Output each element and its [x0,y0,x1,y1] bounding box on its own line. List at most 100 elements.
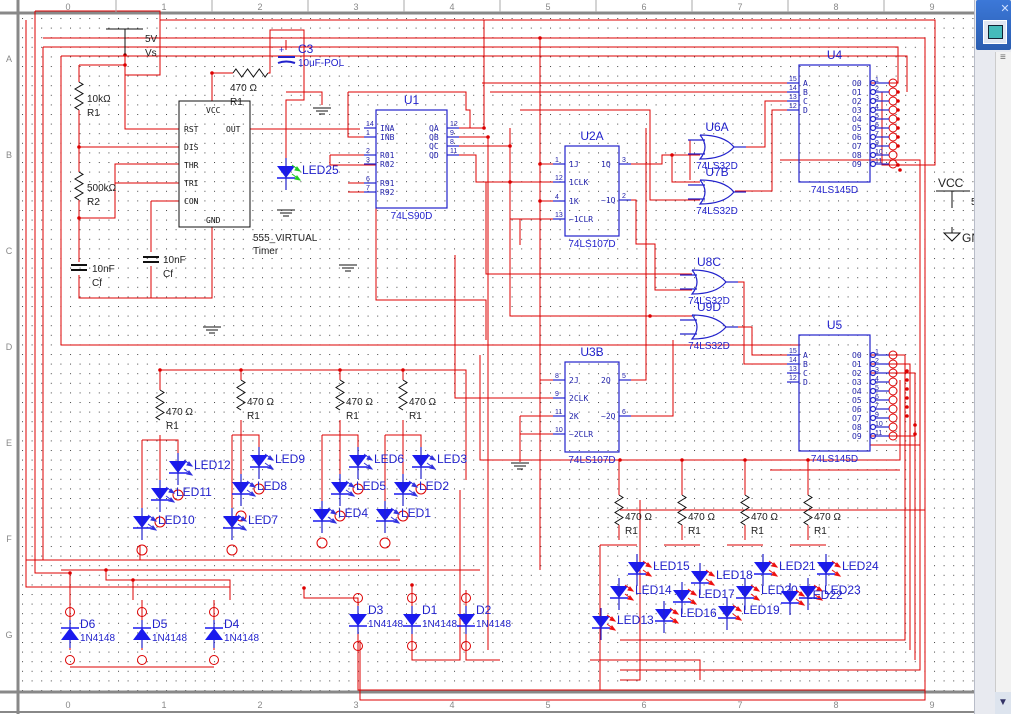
junction-dot [77,145,81,149]
capacitor-ref: Cf [163,269,173,280]
pin-label: R01 [380,151,395,160]
pin-label: ~1CLR [569,215,593,224]
capacitor-ref: C3 [298,42,314,56]
pin-label: 2J [569,376,579,385]
ruler-row-label: F [6,534,12,544]
pin-label: ~2CLR [569,430,593,439]
junction-dot [104,568,108,572]
resistor-ref: R1 [751,526,764,537]
resistor-value: 470 Ω [625,512,652,523]
capacitor-ref: Cf [92,278,102,289]
svg-text:+: + [279,45,284,55]
output-label: O1 [852,88,862,97]
ruler-column-label: 4 [449,700,454,710]
ruler-column-label: 2 [257,700,262,710]
vertical-scrollbar[interactable] [995,52,1011,692]
junction-dot [239,368,243,372]
ruler-column-label: 4 [449,2,454,12]
vs-ref: Vs [145,48,157,59]
pin-number: 12 [450,121,458,128]
led-label: LED15 [653,559,690,573]
junction-dot [905,396,909,400]
output-label: O9 [852,432,862,441]
pin-label: D [803,378,808,387]
output-label: O3 [852,378,862,387]
chip-part: 74LS145D [811,185,858,196]
junction-dot [210,71,214,75]
pin-label: 1CLK [569,178,588,187]
chip-part: 74LS107D [568,455,615,466]
gate-ref: U8C [697,255,721,269]
resistor-ref: R1 [688,526,701,537]
ruler-row-label: B [6,150,12,160]
pin-number: 3 [366,157,370,164]
timer-pin-label: RST [184,125,199,134]
junction-dot [680,458,684,462]
pin-number: 14 [366,121,374,128]
diode-ref: D3 [368,603,384,617]
output-label: O4 [852,387,862,396]
led-label: LED8 [257,479,287,493]
pin-number: 12 [789,375,797,382]
junction-dot [410,583,414,587]
junction-dot [806,458,810,462]
pin-number: 13 [789,366,797,373]
pin-number: 14 [789,85,797,92]
resistor-ref: R1 [247,411,260,422]
pin-number: 11 [555,409,562,416]
junction-dot [743,458,747,462]
pin-label: R91 [380,179,395,188]
ruler-column-label: 9 [929,700,934,710]
ruler-column-label: 8 [833,2,838,12]
scroll-down-button[interactable]: ▼ [995,692,1011,714]
spreadsheet-view-icon[interactable] [983,20,1007,44]
ruler-column-label: 6 [641,700,646,710]
diode-part: 1N4148 [152,633,187,644]
pin-label: QB [429,133,439,142]
resistor-value: 470 Ω [346,397,373,408]
led-label: LED6 [374,452,404,466]
junction-dot [508,144,512,148]
schematic-canvas[interactable]: 00112233445566778899ABCDEFG5VVs10kΩR1500… [0,0,1011,714]
output-label: O3 [852,106,862,115]
pin-number: 12 [789,103,797,110]
output-label: O4 [852,115,862,124]
junction-dot [905,369,909,373]
led-label: LED4 [338,506,368,520]
pin-label: QC [429,142,439,151]
output-label: O0 [852,79,862,88]
scroll-grip-icon[interactable]: ≡ [1000,52,1008,66]
led-label: LED19 [743,603,780,617]
pin-label: R92 [380,188,395,197]
led-label: LED3 [437,452,467,466]
resistor-value: 470 Ω [409,397,436,408]
output-label: O7 [852,414,862,423]
ruler-column-label: 6 [641,2,646,12]
ruler-column-label: 3 [353,2,358,12]
led-label: LED2 [419,479,449,493]
pin-number: 8 [450,139,454,146]
ruler-row-label: D [6,342,13,352]
junction-dot [538,199,542,203]
output-label: O8 [852,151,862,160]
chip-ref: U4 [827,48,843,62]
ruler-column-label: 0 [65,700,70,710]
pin-number: 12 [555,175,563,182]
led-label: LED17 [698,587,735,601]
ruler-row-label: G [5,630,12,640]
resistor-value: 500kΩ [87,183,117,194]
resistor-value: 470 Ω [751,512,778,523]
ruler-row-label: C [6,246,13,256]
pin-number: 6 [366,176,370,183]
close-icon[interactable]: ✕ [1000,4,1010,15]
chip-ref: U5 [827,318,843,332]
pin-number: 13 [555,212,563,219]
pin-number: 13 [789,94,797,101]
junction-dot [898,168,902,172]
diode-part: 1N4148 [368,619,403,630]
output-label: O8 [852,423,862,432]
output-label: O2 [852,369,862,378]
pin-label: ~1Q [601,196,616,205]
chip-part: 74LS90D [391,211,433,222]
output-label: O0 [852,351,862,360]
